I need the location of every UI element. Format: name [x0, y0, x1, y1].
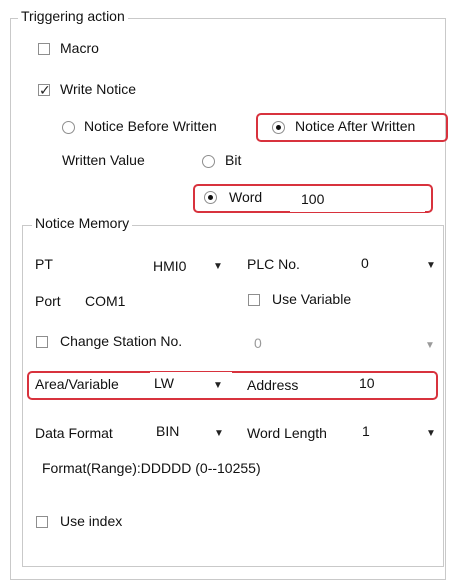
pt-value: HMI0 — [153, 258, 187, 274]
triggering-action-legend: Triggering action — [18, 8, 128, 24]
change-station-value: 0 — [254, 335, 262, 351]
word-length-dropdown-arrow-icon[interactable]: ▼ — [426, 428, 436, 439]
change-station-label: Change Station No. — [60, 333, 183, 349]
port-label: Port — [35, 293, 61, 309]
area-variable-select[interactable]: LW ▼ — [150, 372, 232, 396]
notice-after-radio[interactable] — [272, 121, 285, 134]
area-dropdown-arrow-icon[interactable]: ▼ — [213, 380, 223, 391]
change-station-dropdown-arrow-icon[interactable]: ▼ — [425, 340, 435, 351]
checkmark-icon: ✓ — [39, 82, 51, 98]
word-value: 100 — [301, 191, 325, 207]
address-input[interactable]: 10 — [352, 373, 434, 397]
notice-after-label: Notice After Written — [295, 118, 416, 134]
macro-checkbox[interactable] — [38, 43, 50, 55]
notice-before-radio[interactable] — [62, 121, 75, 134]
word-length-value: 1 — [362, 423, 370, 439]
notice-before-label: Notice Before Written — [84, 118, 217, 134]
written-value-label: Written Value — [62, 152, 145, 168]
use-variable-checkbox[interactable] — [248, 294, 260, 306]
data-format-select[interactable]: BIN ▼ — [150, 420, 232, 444]
address-label: Address — [247, 377, 299, 393]
port-value: COM1 — [85, 293, 126, 309]
plc-no-value: 0 — [361, 255, 369, 271]
word-label: Word — [229, 189, 263, 205]
address-value: 10 — [359, 375, 375, 391]
macro-label: Macro — [60, 40, 99, 56]
change-station-checkbox[interactable] — [36, 336, 48, 348]
area-variable-label: Area/Variable — [35, 376, 119, 392]
area-variable-value: LW — [154, 375, 174, 391]
bit-label: Bit — [225, 152, 242, 168]
pt-select[interactable]: HMI0 ▼ — [148, 254, 230, 278]
use-variable-label: Use Variable — [272, 291, 352, 307]
plc-no-select[interactable]: 0 ▼ — [355, 252, 440, 276]
pt-dropdown-arrow-icon[interactable]: ▼ — [213, 261, 223, 272]
word-length-select[interactable]: 1 ▼ — [356, 420, 440, 444]
word-value-input[interactable]: 100 — [290, 188, 425, 212]
notice-memory-legend: Notice Memory — [32, 215, 133, 231]
data-format-dropdown-arrow-icon[interactable]: ▼ — [214, 428, 224, 439]
plc-no-label: PLC No. — [247, 256, 300, 272]
data-format-value: BIN — [156, 423, 180, 439]
format-range-text: Format(Range):DDDDD (0--10255) — [42, 460, 261, 476]
pt-label: PT — [35, 256, 53, 272]
bit-radio[interactable] — [202, 155, 215, 168]
data-format-label: Data Format — [35, 425, 113, 441]
word-length-label: Word Length — [247, 425, 327, 441]
change-station-select[interactable]: 0 ▼ — [247, 331, 439, 355]
use-index-label: Use index — [60, 513, 123, 529]
plc-no-dropdown-arrow-icon[interactable]: ▼ — [426, 260, 436, 271]
word-radio[interactable] — [204, 191, 217, 204]
write-notice-checkbox[interactable]: ✓ — [38, 82, 51, 98]
use-index-checkbox[interactable] — [36, 516, 48, 528]
write-notice-label: Write Notice — [60, 81, 136, 97]
